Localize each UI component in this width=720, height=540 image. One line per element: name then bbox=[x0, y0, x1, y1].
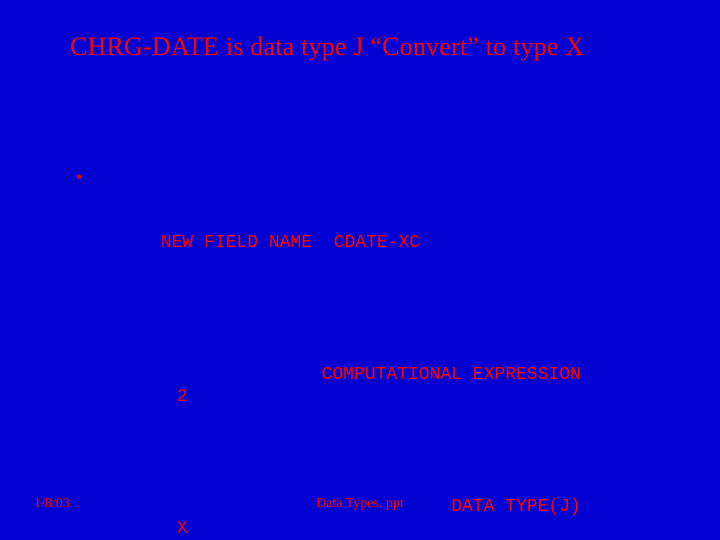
row-value: X bbox=[161, 518, 188, 540]
slide-title: CHRG-DATE is data type J “Convert” to ty… bbox=[70, 32, 584, 62]
body-block: NEW FIELD NAME CDATE-XC COMPUTATIONAL EX… bbox=[96, 166, 581, 540]
row-label: COMPUTATIONAL EXPRESSION bbox=[161, 364, 581, 386]
footer-filename: Data Types. ppt bbox=[0, 496, 720, 512]
row-label: NEW FIELD NAME CDATE-XC bbox=[161, 232, 581, 254]
slide: CHRG-DATE is data type J “Convert” to ty… bbox=[0, 0, 720, 540]
row-computational-expression: COMPUTATIONAL EXPRESSION 2 bbox=[96, 342, 581, 430]
row-value: 2 bbox=[161, 386, 188, 408]
row-new-field-name: NEW FIELD NAME CDATE-XC bbox=[96, 210, 581, 298]
bullet-icon: • bbox=[76, 168, 82, 186]
